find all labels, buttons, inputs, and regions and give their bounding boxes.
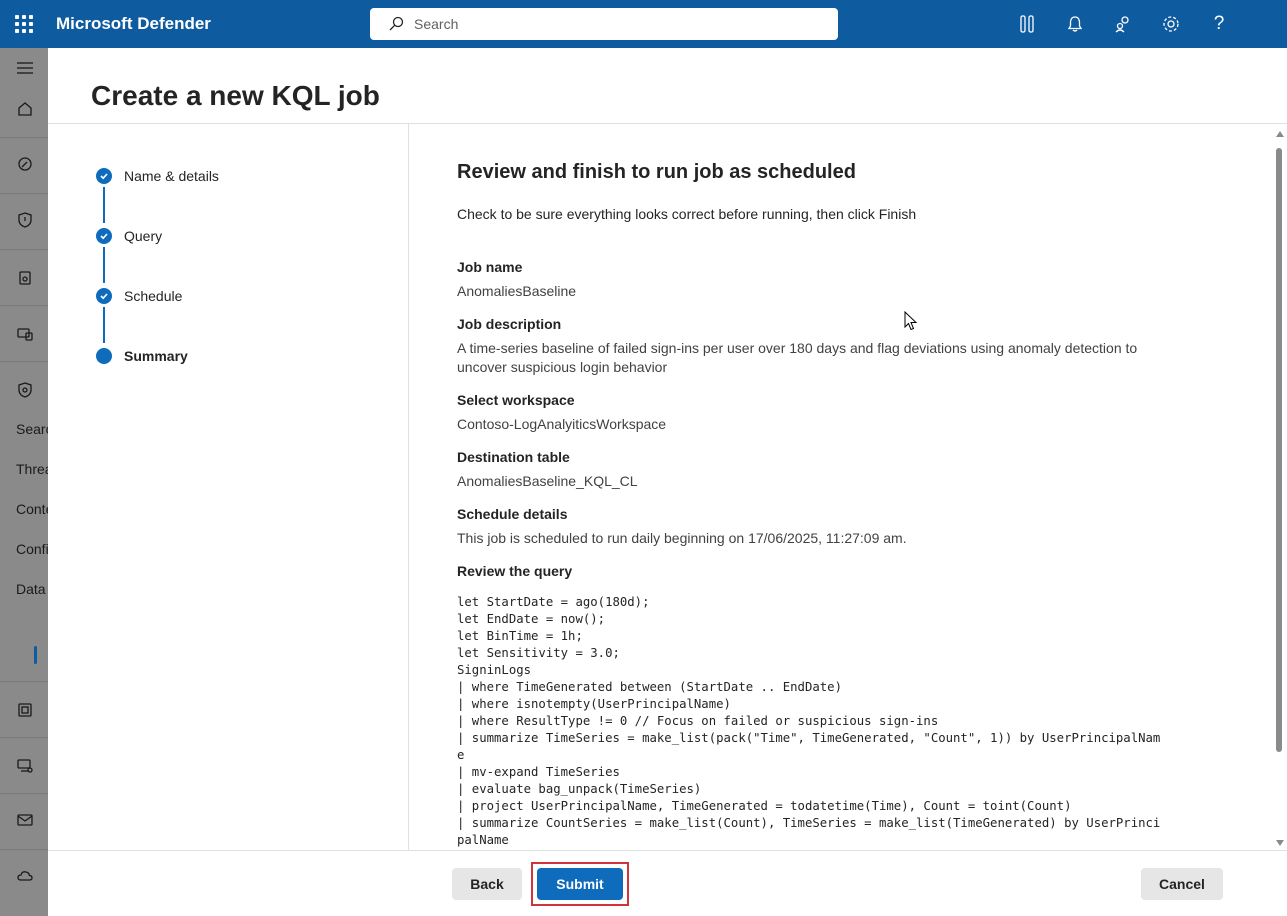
nav-selection-indicator: [34, 646, 37, 664]
nav-label-content[interactable]: Conte: [16, 501, 48, 517]
page-title: Create a new KQL job: [91, 80, 380, 111]
nav-label-data[interactable]: Data: [16, 581, 46, 597]
help-icon[interactable]: ?: [1207, 12, 1231, 36]
scroll-thumb[interactable]: [1276, 148, 1282, 752]
review-subtitle: Check to be sure everything looks correc…: [457, 206, 917, 222]
shield-icon[interactable]: [0, 205, 48, 235]
hamburger-menu-icon[interactable]: [0, 53, 48, 83]
content-scrollbar[interactable]: [1273, 128, 1287, 850]
footer-divider: [48, 850, 1287, 851]
step-schedule[interactable]: Schedule: [96, 288, 182, 304]
search-input[interactable]: [414, 16, 814, 32]
step-connector: [103, 187, 105, 223]
incidents-icon[interactable]: [0, 149, 48, 179]
step-summary[interactable]: Summary: [96, 348, 188, 364]
review-content: Review and finish to run job as schedule…: [457, 124, 1227, 850]
settings-gear-icon[interactable]: [1159, 12, 1183, 36]
step-connector: [103, 307, 105, 343]
notification-bell-icon[interactable]: [1063, 12, 1087, 36]
search-box[interactable]: [370, 8, 838, 40]
step-connector: [103, 247, 105, 283]
step-query[interactable]: Query: [96, 228, 162, 244]
job-description-value: A time-series baseline of failed sign-in…: [457, 340, 1138, 375]
job-description-label: Job description: [457, 316, 562, 332]
step-name-details[interactable]: Name & details: [96, 168, 219, 184]
cancel-button[interactable]: Cancel: [1141, 868, 1223, 900]
checkmark-icon: [96, 168, 112, 184]
steps-divider: [408, 124, 409, 850]
destination-table-label: Destination table: [457, 449, 570, 465]
destination-table-value: AnomaliesBaseline_KQL_CL: [457, 473, 638, 489]
job-name-label: Job name: [457, 259, 523, 275]
nav-label-configuration[interactable]: Confi: [16, 541, 48, 557]
devices-icon[interactable]: [0, 319, 48, 349]
mail-icon[interactable]: [0, 805, 48, 835]
step-label: Summary: [124, 348, 188, 364]
schedule-details-label: Schedule details: [457, 506, 568, 522]
schedule-details-value: This job is scheduled to run daily begin…: [457, 530, 907, 546]
create-job-panel: Create a new KQL job Name & details Quer…: [48, 48, 1287, 916]
scroll-down-arrow-icon[interactable]: [1276, 840, 1284, 846]
nav-label-threat[interactable]: Threa: [16, 461, 48, 477]
home-icon[interactable]: [0, 94, 48, 124]
security-settings-icon[interactable]: [0, 375, 48, 405]
app-title[interactable]: Microsoft Defender: [56, 14, 211, 34]
cloud-icon[interactable]: [0, 861, 48, 891]
back-button[interactable]: Back: [452, 868, 522, 900]
community-icon[interactable]: [1111, 12, 1135, 36]
scroll-up-arrow-icon[interactable]: [1276, 131, 1284, 137]
checkmark-icon: [96, 288, 112, 304]
checkmark-icon: [96, 228, 112, 244]
step-label: Query: [124, 228, 163, 244]
left-nav: Searc Threa Conte Confi Data: [0, 48, 48, 916]
step-label: Name & details: [124, 168, 219, 184]
current-step-icon: [96, 348, 112, 364]
job-name-value: AnomaliesBaseline: [457, 283, 577, 299]
query-label: Review the query: [457, 563, 573, 579]
review-title: Review and finish to run job as schedule…: [457, 161, 856, 183]
nav-label-search[interactable]: Searc: [16, 421, 48, 437]
mouse-cursor-icon: [904, 311, 918, 331]
assets-icon[interactable]: [0, 263, 48, 293]
submit-button[interactable]: Submit: [537, 868, 623, 900]
workspace-value: Contoso-LogAnalyiticsWorkspace: [457, 416, 667, 432]
search-icon: [389, 16, 404, 31]
top-bar: Microsoft Defender ?: [0, 0, 1287, 48]
app-launcher-icon[interactable]: [15, 15, 33, 33]
workspace-label: Select workspace: [457, 392, 575, 408]
identity-card-icon[interactable]: [0, 695, 48, 725]
endpoints-icon[interactable]: [0, 751, 48, 781]
step-label: Schedule: [124, 288, 183, 304]
tools-icon[interactable]: [1015, 12, 1039, 36]
query-text: let StartDate = ago(180d); let EndDate =…: [457, 595, 1161, 847]
